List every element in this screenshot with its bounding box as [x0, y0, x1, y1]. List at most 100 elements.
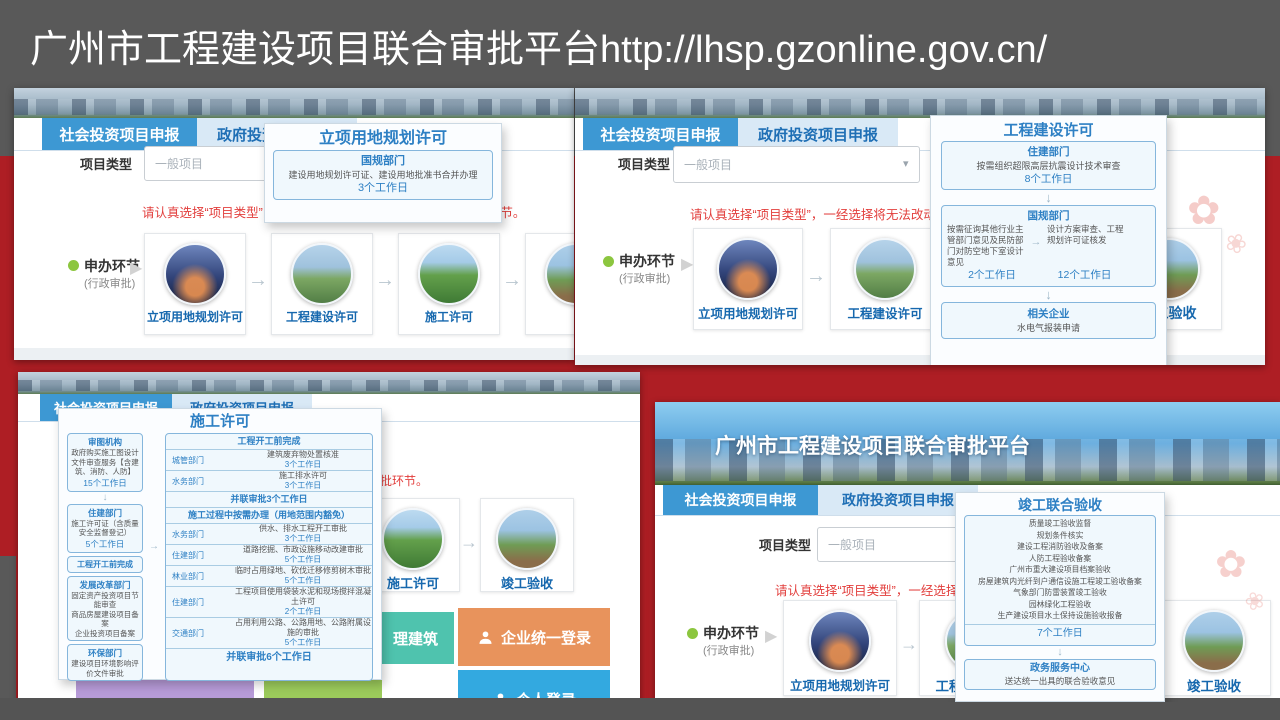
slide-title: 广州市工程建设项目联合审批平台http://lhsp.gzonline.gov.… — [30, 29, 1048, 71]
work-permit-popup: 施工许可 审图机构 政府购买施工图设计文件审查服务【含建筑、消防、人防】 15个… — [58, 408, 382, 681]
arrow-down-icon: ↓ — [102, 491, 108, 503]
step-card-label: 工程建设许可 — [285, 310, 358, 324]
working-days: 5个工作日 — [284, 555, 322, 564]
arrow-right-icon: → — [460, 532, 478, 552]
process-description: 占用利用公路、公路用地、公路附属设施的审批 — [235, 618, 371, 637]
popup-box: 相关企业 水电气报装申请 — [941, 302, 1156, 339]
popup-table: 工程开工前完成 城管部门 建筑废弃物处置核准 3个工作日 水务部门 施工排水许可… — [165, 433, 373, 681]
status-dot-icon — [687, 628, 698, 639]
site-banner-image — [575, 88, 1265, 118]
department-name: 住建部门 — [1027, 146, 1070, 158]
city-photo-icon — [164, 243, 226, 305]
step-card-planning-permit[interactable]: 立项用地规划许可 — [144, 233, 246, 335]
tab-social-investment[interactable]: 社会投资项目申报 — [663, 485, 818, 515]
site-banner-title: 广州市工程建设项目联合审批平台 — [715, 435, 1030, 458]
popup-box: 国规部门 按需征询其他行业主管部门意见及民防部门对防空地下室设计意见 → 设计方… — [941, 205, 1156, 287]
popup-title: 工程建设许可 — [1003, 122, 1094, 139]
step-card-planning-permit[interactable]: 立项用地规划许可 — [693, 228, 803, 330]
department-name: 发展改革部门 — [79, 579, 131, 590]
steps-sublabel: (行政审批) — [619, 273, 671, 285]
project-type-label: 项目类型 — [618, 157, 671, 172]
table-row: 交通部门 占用利用公路、公路用地、公路附属设施的审批 5个工作日 — [166, 617, 372, 648]
table-footer: 并联审批3个工作日 — [166, 491, 372, 507]
site-banner-image — [18, 372, 640, 394]
steps-sublabel: (行政审批) — [703, 645, 755, 657]
step-card-partial[interactable] — [525, 233, 574, 335]
step-card-construction-permit[interactable]: 工程建设许可 — [830, 228, 940, 330]
department-name: 审图机构 — [87, 437, 122, 447]
completion-acceptance-popup: 竣工联合验收 质量竣工验收监督 规划条件核实 建设工程消防验收及备案 人防工程验… — [955, 492, 1165, 702]
department-name: 住建部门 — [172, 597, 204, 607]
stage-label: 工程开工前完成 — [77, 559, 133, 569]
popup-box: 国规部门 建设用地规划许可证、建设用地批准书合并办理 3个工作日 — [273, 150, 493, 200]
project-type-value: 一般项目 — [684, 158, 733, 172]
working-days: 3个工作日 — [284, 481, 322, 490]
arrow-down-icon: ↓ — [1057, 645, 1063, 658]
page-footer-strip — [14, 348, 574, 360]
popup-box: 质量竣工验收监督 规划条件核实 建设工程消防验收及备案 人防工程验收备案 广州市… — [964, 515, 1156, 646]
table-section-header: 工程开工前完成 — [237, 436, 301, 446]
acceptance-item: 质量竣工验收监督 — [1028, 519, 1092, 528]
button-label: 企业统一登录 — [500, 629, 591, 647]
steps-label: 申办环节 — [619, 253, 675, 269]
working-days: 2个工作日 — [284, 607, 322, 616]
steps-sublabel: (行政审批) — [84, 278, 136, 290]
popup-box: 发展改革部门 固定资产投资项目节能审查 商品房屋建设项目备案 企业投资项目备案 — [67, 575, 143, 641]
process-description: 水电气报装申请 — [1016, 323, 1080, 333]
process-description: 施工排水许可 — [279, 471, 327, 480]
popup-left-column: 审图机构 政府购买施工图设计文件审查服务【含建筑、消防、人防】 15个工作日 ↓… — [67, 433, 143, 681]
popup-box: 政务服务中心 送达统一出具的联合验收意见 — [964, 658, 1156, 690]
process-description: 设计方案审查、工程规划许可证核发 — [1047, 224, 1124, 245]
project-type-value: 一般项目 — [828, 538, 877, 552]
table-row: 住建部门 道路挖掘、市政设施移动改建审批 5个工作日 — [166, 544, 372, 565]
process-description: 建筑废弃物处置核准 — [267, 450, 339, 459]
working-days: 3个工作日 — [284, 460, 322, 469]
project-type-label: 项目类型 — [80, 157, 133, 172]
person-icon — [479, 630, 492, 644]
step-card-label: 立项用地规划许可 — [146, 310, 243, 324]
slide: { "slide": { "header_title": "广州市工程建设项目联… — [0, 0, 1280, 720]
process-description: 送达统一出具的联合验收意见 — [1004, 675, 1116, 686]
city-photo-icon — [809, 610, 871, 672]
table-row: 住建部门 工程项目使用袋装水泥和现场搅拌混凝土许可 2个工作日 — [166, 586, 372, 617]
step-card-label: 竣工验收 — [500, 576, 553, 591]
step-card-label: 立项用地规划许可 — [697, 307, 798, 321]
step-card-construction-permit[interactable]: 工程建设许可 — [271, 233, 373, 335]
process-description: 施工许可证（含质量安全监督登记） — [71, 518, 139, 538]
gray-corner-patch — [0, 556, 16, 700]
step-card-acceptance[interactable]: 竣工验收 — [480, 498, 574, 592]
screenshot-bottom-left: 社会投资项目申报 政府投资项目申报 审批环节。 施工许可 → 竣工验收 理建筑 … — [18, 372, 640, 705]
popup-title: 竣工联合验收 — [1018, 497, 1102, 513]
stadium-photo-icon — [854, 238, 916, 300]
table-section-header: 施工过程中按需办理（用地范围内豁免） — [166, 507, 372, 523]
arrow-right-icon: → — [149, 541, 159, 552]
step-card-label: 工程建设许可 — [847, 307, 923, 321]
step-card-planning-permit[interactable]: 立项用地规划许可 — [783, 600, 897, 696]
working-days: 15个工作日 — [83, 477, 127, 488]
process-description: 按需征询其他行业主管部门意见及民防部门对防空地下室设计意见 — [947, 224, 1024, 267]
acceptance-item: 广州市重大建设项目档案验收 — [1009, 565, 1111, 574]
screenshot-top-right: 社会投资项目申报 政府投资项目申报 项目类型 一般项目 ▾ 请认真选择“项目类型… — [575, 88, 1265, 365]
process-description: 道路挖掘、市政设施移动改建审批 — [243, 545, 363, 554]
step-card-label: 竣工验收 — [1187, 679, 1241, 694]
process-description: 供水、排水工程开工审批 — [259, 524, 347, 533]
working-days: 3个工作日 — [357, 182, 409, 194]
step-card-work-permit[interactable]: 施工许可 — [398, 233, 500, 335]
chevron-right-icon: ▶ — [681, 256, 694, 273]
acceptance-item: 建设工程消防验收及备案 — [1017, 542, 1103, 551]
construction-permit-popup: 工程建设许可 住建部门 按需组织超限高层抗震设计技术审查 8个工作日 ↓ 国规部… — [930, 115, 1167, 365]
arrow-right-icon: → — [1030, 236, 1042, 248]
process-description: 按需组织超限高层抗震设计技术审查 — [976, 161, 1121, 171]
department-name: 水务部门 — [172, 476, 204, 486]
tab-government-investment[interactable]: 政府投资项目申报 — [818, 485, 978, 515]
project-type-select[interactable]: 一般项目 — [673, 146, 920, 183]
screenshot-top-left: 社会投资项目申报 政府投资项目申报 项目类型 一般项目 请认真选择“项目类型”，… — [14, 88, 574, 360]
popup-title: 施工许可 — [189, 413, 250, 430]
process-description: 商品房屋建设项目备案 — [71, 609, 139, 629]
step-card-label: 施工许可 — [424, 310, 473, 324]
park-photo-icon — [496, 508, 558, 570]
process-description: 政府购买施工图设计文件审查服务【含建筑、消防、人防】 — [71, 448, 139, 476]
enterprise-login-button[interactable]: 企业统一登录 — [458, 608, 610, 666]
department-name: 相关企业 — [1027, 308, 1070, 320]
acceptance-item: 规划条件核实 — [1036, 530, 1084, 540]
